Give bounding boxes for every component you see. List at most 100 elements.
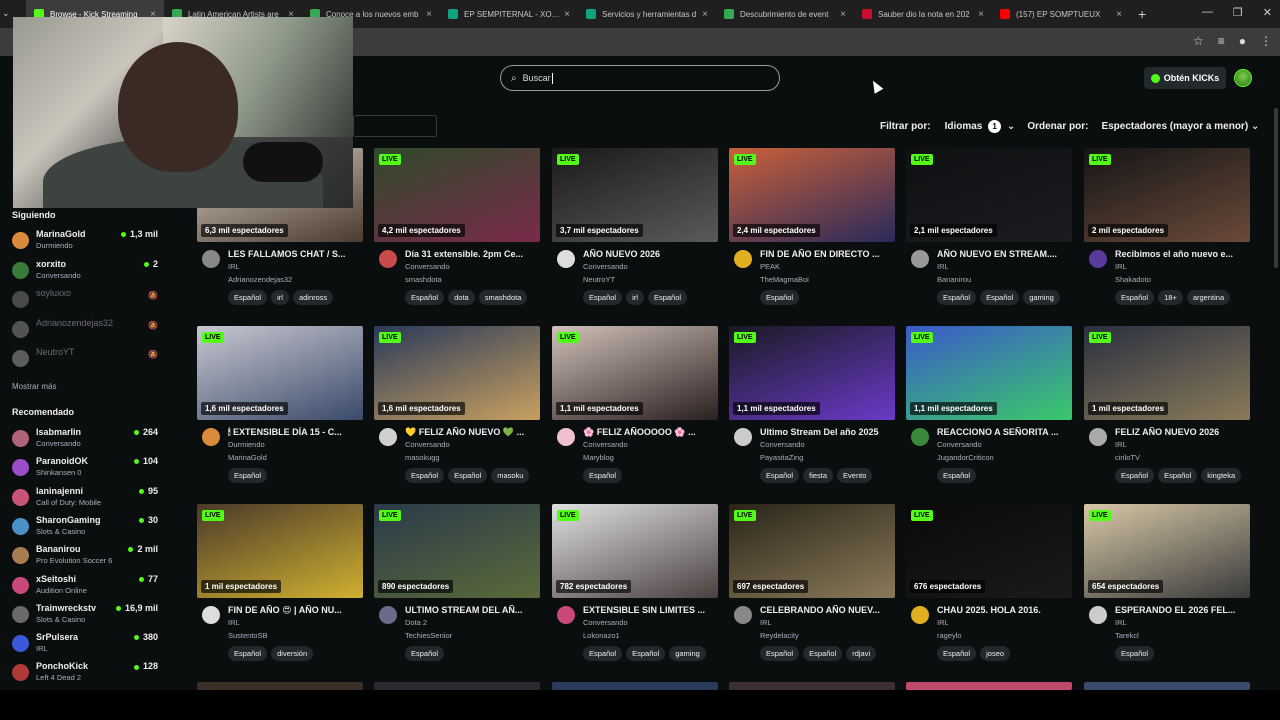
stream-card[interactable]: LIVE 1,6 mil espectadores 💛 FELIZ AÑO NUEV… (374, 326, 540, 496)
streamer-name[interactable]: TheMagmaBoi (760, 275, 809, 284)
browser-tab[interactable]: Servicios y herramientas d × (578, 0, 716, 28)
streamer-name[interactable]: TechiesSenior (405, 631, 452, 640)
partial-card[interactable] (729, 682, 895, 690)
streamer-avatar[interactable] (557, 250, 575, 268)
stream-card[interactable]: LIVE 2,1 mil espectadores AÑO NUEVO EN STR… (906, 148, 1072, 318)
sidebar-channel[interactable]: Bananirou Pro Evolution Soccer 6 2 mil (12, 544, 162, 570)
sidebar-channel[interactable]: soyluxxo 🔕 (12, 288, 162, 314)
streamer-avatar[interactable] (379, 428, 397, 446)
stream-title[interactable]: 🕯 EXTENSIBLE DÍA 15 - C... (228, 427, 363, 438)
stream-title[interactable]: FIN DE AÑO 😍 | AÑO NU... (228, 605, 363, 616)
stream-thumbnail[interactable]: LIVE 1,1 mil espectadores (552, 326, 718, 420)
sidebar-channel[interactable]: MarinaGold Durmiendo 1,3 mil (12, 229, 162, 255)
tag-chip[interactable]: irl (626, 290, 644, 305)
browser-tab[interactable]: Descubrimiento de event × (716, 0, 854, 28)
stream-category[interactable]: Conversando (583, 618, 628, 627)
profile-icon[interactable]: ● (1239, 34, 1246, 48)
tag-chip[interactable]: diversión (271, 646, 314, 661)
streamer-avatar[interactable] (911, 428, 929, 446)
tag-chip[interactable]: Español (1158, 468, 1198, 483)
browser-tab[interactable]: Sauber dio la nota en 202 × (854, 0, 992, 28)
tag-chip[interactable]: gaming (669, 646, 706, 661)
close-tab-icon[interactable]: × (702, 9, 708, 20)
tag-chip[interactable]: dota (448, 290, 475, 305)
stream-title[interactable]: FELIZ AÑO NUEVO 2026 (1115, 427, 1250, 437)
tag-chip[interactable]: irl (271, 290, 289, 305)
tag-chip[interactable]: Español (583, 646, 623, 661)
stream-category[interactable]: Durmiendo (228, 440, 265, 449)
tag-chip[interactable]: Español (228, 646, 268, 661)
tag-chip[interactable]: Español (760, 468, 800, 483)
stream-thumbnail[interactable]: LIVE 1 mil espectadores (1084, 326, 1250, 420)
stream-category[interactable]: PEAK (760, 262, 780, 271)
stream-title[interactable]: Ultimo Stream Del año 2025 (760, 427, 895, 437)
streamer-avatar[interactable] (1089, 250, 1107, 268)
partial-card[interactable] (552, 682, 718, 690)
tag-chip[interactable]: Español (760, 646, 800, 661)
streamer-name[interactable]: Reydelacity (760, 631, 799, 640)
tag-chip[interactable]: joseo (980, 646, 1011, 661)
tag-chip[interactable]: 18+ (1158, 290, 1183, 305)
tag-chip[interactable]: Español (803, 646, 843, 661)
tag-chip[interactable]: Español (937, 646, 977, 661)
stream-thumbnail[interactable]: LIVE 4,2 mil espectadores (374, 148, 540, 242)
sidebar-channel[interactable]: ParanoidOK Shinkansen 0 104 (12, 456, 162, 482)
stream-card[interactable]: LIVE 1,1 mil espectadores Ultimo Stream De… (729, 326, 895, 496)
streamer-avatar[interactable] (202, 250, 220, 268)
streamer-name[interactable]: Maryblog (583, 453, 614, 462)
tag-chip[interactable]: Español (760, 290, 800, 305)
tag-chip[interactable]: Español (1115, 468, 1155, 483)
stream-thumbnail[interactable]: LIVE 2,4 mil espectadores (729, 148, 895, 242)
stream-card[interactable]: LIVE 1 mil espectadores FELIZ AÑO NUEVO 20… (1084, 326, 1250, 496)
stream-card[interactable]: LIVE 676 espectadores CHAU 2025. HOLA 2016… (906, 504, 1072, 674)
close-tab-icon[interactable]: × (1116, 9, 1122, 20)
sidebar-channel[interactable]: NeutroYT 🔕 (12, 347, 162, 373)
partial-card[interactable] (374, 682, 540, 690)
tag-chip[interactable]: Español (448, 468, 488, 483)
category-filter-input[interactable] (353, 115, 437, 137)
stream-title[interactable]: FIN DE AÑO EN DIRECTO ... (760, 249, 895, 259)
stream-card[interactable]: LIVE 1,6 mil espectadores 🕯 EXTENSIBLE DÍA… (197, 326, 363, 496)
sidebar-channel[interactable]: Isabmarlin Conversando 264 (12, 427, 162, 453)
tag-chip[interactable]: Español (1115, 646, 1155, 661)
stream-card[interactable]: LIVE 1,1 mil espectadores 🌸 FELIZ AÑOOOOO … (552, 326, 718, 496)
tag-chip[interactable]: Español (405, 468, 445, 483)
tag-chip[interactable]: masoku (491, 468, 530, 483)
tag-chip[interactable]: Español (405, 646, 445, 661)
stream-title[interactable]: REACCIONO A SEÑORITA ... (937, 427, 1072, 437)
tag-chip[interactable]: kingteka (1201, 468, 1242, 483)
tag-chip[interactable]: Español (405, 290, 445, 305)
playlist-icon[interactable]: ≡ (1218, 34, 1225, 48)
sort-dropdown[interactable]: Espectadores (mayor a menor) ⌄ (1101, 121, 1259, 132)
sidebar-channel[interactable]: PonchoKick Left 4 Dead 2 128 (12, 661, 162, 687)
partial-card[interactable] (1084, 682, 1250, 690)
stream-title[interactable]: LES FALLAMOS CHAT / S... (228, 249, 363, 259)
stream-title[interactable]: CHAU 2025. HOLA 2016. (937, 605, 1072, 615)
stream-thumbnail[interactable]: LIVE 2,1 mil espectadores (906, 148, 1072, 242)
stream-card[interactable]: LIVE 2 mil espectadores Recibimos el año n… (1084, 148, 1250, 318)
streamer-avatar[interactable] (379, 606, 397, 624)
streamer-avatar[interactable] (557, 428, 575, 446)
tag-chip[interactable]: argentina (1186, 290, 1231, 305)
sidebar-channel[interactable]: SharonGaming Slots & Casino 30 (12, 515, 162, 541)
close-window-icon[interactable]: ✕ (1263, 6, 1272, 19)
search-input[interactable]: ⌕ Buscar (500, 65, 780, 91)
streamer-name[interactable]: smashdota (405, 275, 442, 284)
stream-thumbnail[interactable]: LIVE 890 espectadores (374, 504, 540, 598)
streamer-avatar[interactable] (734, 606, 752, 624)
tag-chip[interactable]: smashdota (478, 290, 528, 305)
stream-category[interactable]: IRL (760, 618, 772, 627)
show-more-link[interactable]: Mostrar más (12, 382, 56, 391)
sidebar-channel[interactable]: Trainwreckstv Slots & Casino 16,9 mil (12, 603, 162, 629)
streamer-avatar[interactable] (911, 250, 929, 268)
tag-chip[interactable]: Español (228, 468, 268, 483)
stream-title[interactable]: Recibimos el año nuevo e... (1115, 249, 1250, 259)
streamer-name[interactable]: masokugg (405, 453, 440, 462)
stream-category[interactable]: Conversando (583, 262, 628, 271)
streamer-name[interactable]: MarinaGold (228, 453, 267, 462)
stream-card[interactable]: LIVE 1 mil espectadores FIN DE AÑO 😍 | AÑO… (197, 504, 363, 674)
streamer-avatar[interactable] (734, 250, 752, 268)
stream-title[interactable]: CELEBRANDO AÑO NUEV... (760, 605, 895, 615)
stream-category[interactable]: Conversando (583, 440, 628, 449)
stream-thumbnail[interactable]: LIVE 1,6 mil espectadores (197, 326, 363, 420)
